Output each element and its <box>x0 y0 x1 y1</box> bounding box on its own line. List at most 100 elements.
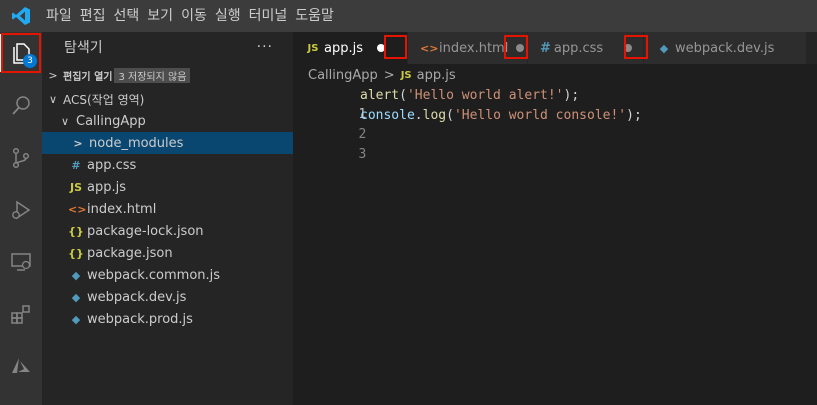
code-line: 1 alert('Hello world alert!'); <box>293 86 817 122</box>
source-control-activity-button[interactable] <box>0 139 42 177</box>
css-file-icon: # <box>540 40 551 56</box>
json-file-icon: {} <box>68 224 84 238</box>
tab-label: app.js <box>324 40 363 56</box>
menu-terminal[interactable]: 터미널 <box>245 0 292 32</box>
extensions-icon <box>11 305 30 324</box>
unsaved-highlight-box <box>384 35 407 59</box>
file-item[interactable]: ◆ webpack.dev.js <box>42 286 293 308</box>
token-punct: ); <box>563 88 580 103</box>
azure-icon <box>12 358 30 373</box>
vscode-logo-icon <box>0 0 42 32</box>
token-function: log <box>422 108 447 123</box>
search-activity-button[interactable] <box>0 87 42 125</box>
source-control-icon <box>12 147 30 169</box>
folder-callingapp[interactable]: ∨ CallingApp <box>42 110 293 132</box>
file-name: webpack.dev.js <box>87 289 187 305</box>
webpack-file-icon: ◆ <box>71 268 81 282</box>
file-name: package.json <box>87 245 173 261</box>
breadcrumb-separator: > <box>383 67 395 83</box>
token-object: console <box>360 108 415 123</box>
unsaved-count-pill: 3 저장되지 않음 <box>114 67 191 83</box>
code-line: 2 console.log('Hello world console!'); <box>293 106 817 142</box>
menu-run[interactable]: 실행 <box>211 0 245 32</box>
file-name: app.js <box>87 179 126 195</box>
chevron-down-icon: ∨ <box>48 92 58 106</box>
explorer-title: 탐색기 <box>64 40 103 56</box>
token-string: 'Hello world alert!' <box>406 88 564 103</box>
menu-edit[interactable]: 편집 <box>76 0 110 32</box>
js-file-icon: JS <box>400 69 412 81</box>
chevron-right-icon: > <box>48 68 58 82</box>
unsaved-highlight-box <box>504 35 528 59</box>
chevron-right-icon: > <box>73 136 83 150</box>
html-file-icon: <> <box>68 202 87 216</box>
open-editors-section[interactable]: > 편집기 열기 3 저장되지 않음 <box>42 64 293 86</box>
remote-explorer-icon <box>11 253 31 271</box>
line-number: 3 <box>358 147 367 162</box>
file-item[interactable]: # app.css <box>42 154 293 176</box>
file-item[interactable]: {} package.json <box>42 242 293 264</box>
menu-go[interactable]: 이동 <box>177 0 211 32</box>
folder-node-modules[interactable]: > node_modules <box>42 132 293 154</box>
js-file-icon: JS <box>307 42 319 54</box>
menu-file[interactable]: 파일 <box>42 0 76 32</box>
file-item[interactable]: <> index.html <box>42 198 293 220</box>
open-editors-label: 편집기 열기 <box>63 71 113 83</box>
token-function: alert <box>360 88 400 103</box>
file-item[interactable]: ◆ webpack.prod.js <box>42 308 293 330</box>
js-file-icon: JS <box>69 180 82 194</box>
webpack-file-icon: ◆ <box>71 290 81 304</box>
code-line: 3 <box>293 126 817 162</box>
explorer-sidebar: 탐색기 ··· > 편집기 열기 3 저장되지 않음 ∨ ACS(작업 영역) … <box>42 32 293 405</box>
menu-view[interactable]: 보기 <box>143 0 177 32</box>
extensions-activity-button[interactable] <box>0 295 42 333</box>
file-name: package-lock.json <box>87 223 204 239</box>
file-name: app.css <box>87 157 137 173</box>
breadcrumb: CallingApp > JS app.js <box>293 64 817 86</box>
tab-label: webpack.dev.js <box>675 40 775 56</box>
menu-help[interactable]: 도움말 <box>291 0 338 32</box>
json-file-icon: {} <box>68 246 84 260</box>
tab-label: index.html <box>439 40 509 56</box>
token-punct: ); <box>626 108 642 123</box>
file-item[interactable]: JS app.js <box>42 176 293 198</box>
folder-label: CallingApp <box>76 113 146 129</box>
file-name: webpack.common.js <box>87 267 221 283</box>
chevron-down-icon: ∨ <box>60 114 70 128</box>
tab-webpack-dev-js[interactable]: ◆ webpack.dev.js <box>644 32 807 64</box>
editor-tab-bar: JS app.js <> index.html # app.css ◆ webp… <box>293 32 817 64</box>
code-editor[interactable]: 1 alert('Hello world alert!'); 2 console… <box>293 86 817 405</box>
breadcrumb-file[interactable]: app.js <box>417 68 456 83</box>
file-name: node_modules <box>89 135 184 151</box>
tab-label: app.css <box>553 40 604 56</box>
breadcrumb-folder[interactable]: CallingApp <box>308 68 378 83</box>
token-punct: ( <box>446 108 454 123</box>
more-actions-icon[interactable]: ··· <box>257 39 273 55</box>
file-item[interactable]: ◆ webpack.common.js <box>42 264 293 286</box>
token-string: 'Hello world console!' <box>453 108 627 123</box>
remote-explorer-activity-button[interactable] <box>0 243 42 281</box>
css-file-icon: # <box>71 158 81 172</box>
explorer-highlight-box <box>1 33 41 73</box>
menu-selection[interactable]: 선택 <box>110 0 144 32</box>
webpack-file-icon: ◆ <box>659 41 669 55</box>
workspace-label: ACS(작업 영역) <box>63 92 145 107</box>
activity-bar: 3 <box>0 32 42 405</box>
webpack-file-icon: ◆ <box>71 312 81 326</box>
menu-bar: 파일 편집 선택 보기 이동 실행 터미널 도움말 <box>42 0 338 32</box>
run-debug-activity-button[interactable] <box>0 191 42 229</box>
file-name: webpack.prod.js <box>87 311 193 327</box>
workspace-section[interactable]: ∨ ACS(작업 영역) <box>42 88 293 110</box>
azure-activity-button[interactable] <box>0 347 42 385</box>
file-name: index.html <box>87 201 157 217</box>
token-punct: ( <box>399 88 407 103</box>
token-punct: . <box>414 108 423 123</box>
html-file-icon: <> <box>420 41 439 55</box>
explorer-header: 탐색기 ··· <box>42 32 293 62</box>
search-icon <box>12 96 30 115</box>
code-text: alert('Hello world alert!'); <box>360 86 579 105</box>
file-item[interactable]: {} package-lock.json <box>42 220 293 242</box>
code-text: console.log('Hello world console!'); <box>360 106 642 125</box>
unsaved-highlight-box <box>624 35 648 59</box>
run-debug-icon <box>12 200 31 220</box>
